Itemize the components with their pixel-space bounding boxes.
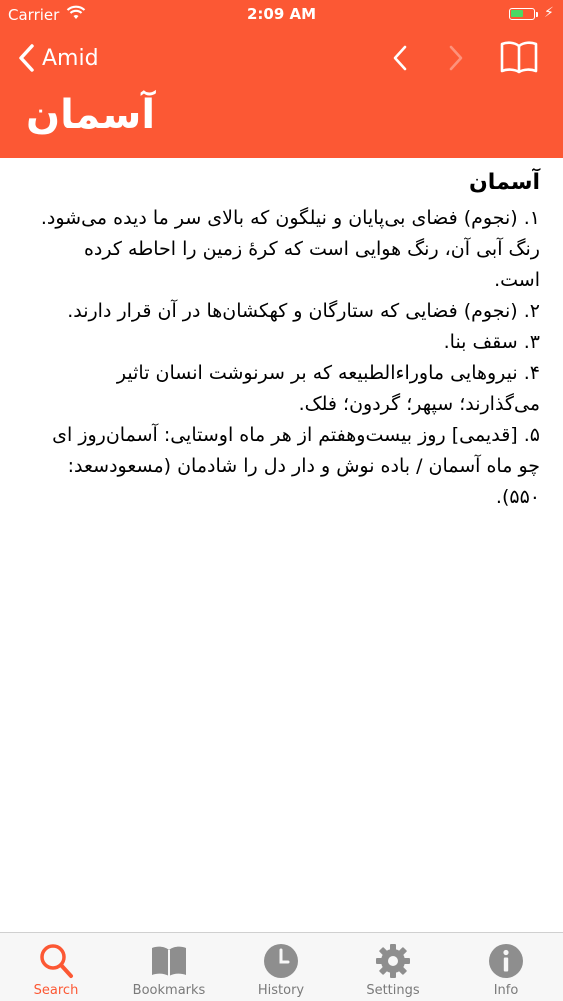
back-button[interactable]: Amid [14, 40, 99, 76]
battery-icon [509, 8, 535, 20]
settings-icon [376, 944, 410, 978]
tab-label: History [257, 983, 305, 998]
definition-item: ۱. (نجوم) فضای بی‌پایان و نیلگون که بالا… [40, 207, 540, 291]
battery-cap [536, 12, 538, 17]
tab-search[interactable]: Search [0, 933, 112, 1001]
tab-history[interactable]: History [225, 933, 337, 1001]
tab-info[interactable]: Info [450, 933, 562, 1001]
navigation-header: Carrier 2:09 AM ⚡ Amid آسمان [0, 0, 563, 158]
tab-bar: Search Bookmarks History Settings Info [0, 932, 563, 1001]
book-icon[interactable] [498, 38, 540, 76]
info-icon [489, 944, 523, 978]
history-icon [264, 944, 298, 978]
entry-headword: آسمان [469, 170, 540, 195]
tab-label: Settings [366, 983, 420, 998]
tab-settings[interactable]: Settings [337, 933, 449, 1001]
definition-item: ۲. (نجوم) فضایی که ستارگان و کهکشان‌ها د… [67, 300, 540, 322]
bookmarks-icon [152, 946, 186, 976]
search-icon [40, 944, 73, 978]
charging-icon: ⚡ [544, 5, 554, 21]
next-entry-button[interactable] [438, 42, 472, 74]
tab-bookmarks[interactable]: Bookmarks [113, 933, 225, 1001]
back-label: Amid [42, 45, 99, 71]
tab-label: Bookmarks [132, 983, 206, 998]
page-title: آسمان [26, 92, 156, 138]
definitions-list: ۱. (نجوم) فضای بی‌پایان و نیلگون که بالا… [40, 203, 540, 513]
definition-item: ۴. نیروهایی ماوراءالطبیعه که بر سرنوشت ا… [116, 362, 540, 415]
definition-item: ۳. سقف بنا. [443, 331, 540, 353]
status-time: 2:09 AM [246, 5, 317, 23]
tab-label: Info [493, 983, 519, 998]
tab-label: Search [33, 983, 79, 998]
status-bar: Carrier 2:09 AM ⚡ [0, 0, 563, 30]
prev-entry-button[interactable] [384, 42, 418, 74]
entry-content: آسمان ۱. (نجوم) فضای بی‌پایان و نیلگون ک… [40, 170, 540, 513]
definition-item: ۵. [قدیمی] روز بیست‌وهفتم از هر ماه اوست… [52, 424, 540, 508]
